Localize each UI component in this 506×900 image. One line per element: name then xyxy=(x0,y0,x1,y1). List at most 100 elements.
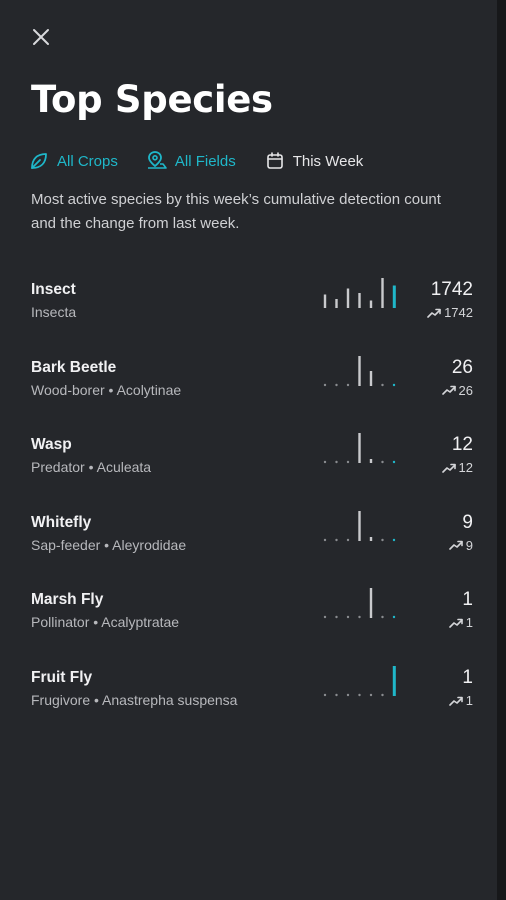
species-name: Wasp xyxy=(31,436,72,454)
species-row[interactable]: Bark Beetle Wood-borer • Acolytinae 26 2… xyxy=(31,355,476,407)
fields-filter[interactable]: All Fields xyxy=(146,150,236,172)
sparkline-dot xyxy=(358,616,361,619)
panel-edge xyxy=(497,0,506,900)
sparkline-bar xyxy=(369,536,373,541)
species-change-value: 1 xyxy=(465,693,473,708)
species-change: 9 xyxy=(448,537,473,553)
sparkline-bar xyxy=(392,285,396,308)
species-count: 1742 xyxy=(430,279,473,300)
sparkline-dot xyxy=(381,693,384,697)
crops-filter[interactable]: All Crops xyxy=(28,150,118,172)
species-row[interactable]: Wasp Predator • Aculeata 12 12 xyxy=(31,433,476,484)
species-name: Bark Beetle xyxy=(31,358,117,376)
sparkline-dot xyxy=(335,538,338,541)
sparkline-dot xyxy=(335,693,338,697)
species-change: 1 xyxy=(448,615,473,631)
sparkline-dot xyxy=(392,460,396,464)
species-row[interactable]: Insect Insecta 1742 1742 xyxy=(31,278,476,329)
sparkline-dot xyxy=(346,460,350,464)
species-sparkline xyxy=(323,588,396,619)
species-sparkline xyxy=(323,666,396,697)
sparkline-dot xyxy=(323,616,327,619)
date-filter[interactable]: This Week xyxy=(264,150,364,172)
sparkline-bar xyxy=(369,459,373,464)
sparkline-dot xyxy=(346,693,350,697)
trending-up-icon xyxy=(448,618,463,628)
species-change-value: 1 xyxy=(465,615,473,631)
species-count: 1 xyxy=(462,667,473,688)
sparkline-bar xyxy=(369,588,373,619)
species-change-value: 9 xyxy=(465,537,473,553)
sparkline-dot xyxy=(346,383,350,386)
species-count: 26 xyxy=(451,356,473,378)
species-count: 9 xyxy=(462,511,473,533)
species-change: 12 xyxy=(441,460,473,476)
sparkline-dot xyxy=(346,616,350,619)
sparkline-dot xyxy=(358,693,361,697)
species-name: Insect xyxy=(31,281,76,298)
sparkline-dot xyxy=(392,538,396,541)
trending-up-icon xyxy=(441,385,456,395)
trending-up-icon xyxy=(441,463,456,473)
species-subtitle: Pollinator • Acalyptratae xyxy=(31,614,180,631)
trending-up-icon xyxy=(427,308,441,318)
sparkline-bar xyxy=(358,293,361,308)
close-button[interactable] xyxy=(30,26,54,50)
crops-filter-label: All Crops xyxy=(57,152,118,170)
species-change: 26 xyxy=(441,382,473,398)
close-icon xyxy=(33,29,49,45)
species-name: Whitefly xyxy=(31,513,92,531)
sparkline-dot xyxy=(323,383,327,386)
species-sparkline xyxy=(323,510,396,541)
species-change: 1742 xyxy=(427,305,473,320)
species-change-value: 26 xyxy=(458,382,473,398)
sparkline-bar xyxy=(358,355,361,386)
sparkline-dot xyxy=(323,693,327,697)
species-subtitle: Frugivore • Anastrepha suspensa xyxy=(31,692,238,708)
fields-filter-label: All Fields xyxy=(174,152,236,170)
species-change-value: 12 xyxy=(458,460,473,476)
sparkline-bar xyxy=(335,299,338,308)
species-subtitle: Insecta xyxy=(31,304,77,320)
sparkline-dot xyxy=(335,460,338,464)
sparkline-bar xyxy=(392,666,396,696)
species-row[interactable]: Whitefly Sap-feeder • Aleyrodidae 9 9 xyxy=(31,510,476,562)
trending-up-icon xyxy=(448,540,463,551)
sparkline-bar xyxy=(358,510,361,541)
calendar-icon xyxy=(264,150,286,172)
sparkline-bar xyxy=(358,433,361,464)
sparkline-dot xyxy=(381,538,384,541)
sparkline-dot xyxy=(346,538,350,541)
species-name: Fruit Fly xyxy=(31,669,93,686)
sparkline-bar xyxy=(381,278,384,308)
sparkline-dot xyxy=(381,460,384,464)
species-change-value: 1742 xyxy=(444,305,473,320)
species-subtitle: Wood-borer • Acolytinae xyxy=(31,381,182,398)
species-sparkline xyxy=(323,278,396,308)
species-row[interactable]: Marsh Fly Pollinator • Acalyptratae 1 1 xyxy=(31,588,476,639)
species-sparkline xyxy=(323,355,396,386)
sparkline-bar xyxy=(346,288,350,308)
sparkline-bar xyxy=(369,370,373,386)
page-title: Top Species xyxy=(31,78,273,121)
description-text: Most active species by this week’s cumul… xyxy=(31,191,441,232)
sparkline-bar xyxy=(369,300,373,308)
sparkline-dot xyxy=(392,383,396,386)
date-filter-label: This Week xyxy=(292,152,364,170)
filter-bar: All Crops All Fields This Week xyxy=(28,150,363,172)
trending-up-icon xyxy=(448,696,463,706)
sparkline-dot xyxy=(381,616,384,619)
species-change: 1 xyxy=(448,693,473,708)
species-count: 1 xyxy=(462,589,473,611)
species-row[interactable]: Fruit Fly Frugivore • Anastrepha suspens… xyxy=(31,666,476,717)
species-sparkline xyxy=(323,433,396,464)
species-count: 12 xyxy=(451,434,473,456)
species-subtitle: Predator • Aculeata xyxy=(31,459,152,476)
species-name: Marsh Fly xyxy=(31,591,104,609)
sparkline-dot xyxy=(381,383,384,386)
species-subtitle: Sap-feeder • Aleyrodidae xyxy=(31,536,187,553)
sparkline-dot xyxy=(323,538,327,541)
sparkline-dot xyxy=(335,616,338,619)
sparkline-dot xyxy=(323,460,327,464)
sparkline-bar xyxy=(323,294,327,308)
